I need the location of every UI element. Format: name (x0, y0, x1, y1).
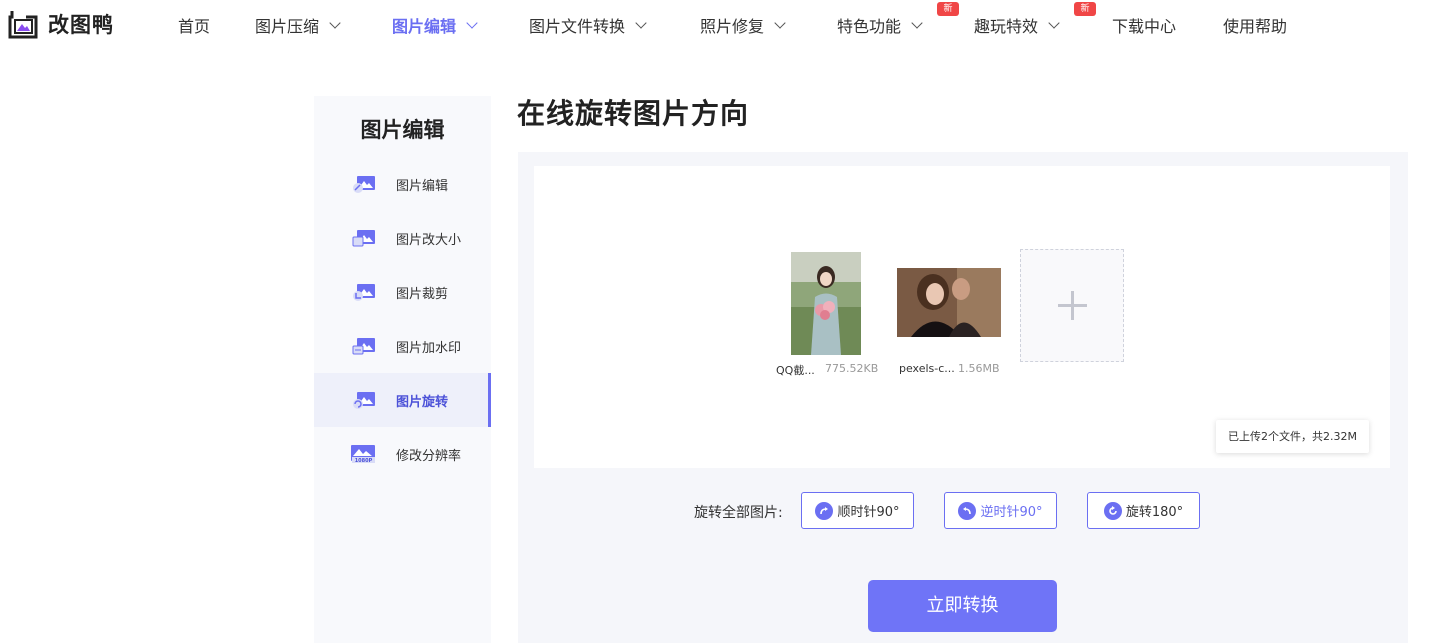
rotate-counterclockwise-button[interactable]: 逆时针90° (944, 492, 1057, 529)
image-edit-icon (353, 176, 375, 193)
file-thumbnail[interactable] (791, 252, 861, 355)
rotate-180-button[interactable]: 旋转180° (1087, 492, 1200, 529)
convert-now-button[interactable]: 立即转换 (868, 580, 1057, 632)
nav-label: 首页 (178, 17, 211, 36)
photo-couple (897, 268, 1001, 337)
sidebar-item-image-rotate[interactable]: 图片旋转 (314, 373, 491, 427)
rotate-all-label: 旋转全部图片: (694, 505, 783, 521)
nav-label: 照片修复 (700, 17, 765, 36)
rotate-180-icon (1103, 501, 1122, 520)
nav-image-convert[interactable]: 图片文件转换 (529, 13, 647, 37)
nav-label: 特色功能 (837, 17, 902, 36)
nav-image-compress[interactable]: 图片压缩 (255, 13, 341, 37)
sidebar-title: 图片编辑 (360, 118, 445, 142)
rotate-counterclockwise-icon (958, 501, 977, 520)
main-nav: 首页 图片压缩 图片编辑 图片文件转换 照片修复 特色功能 新 趣玩特效 新 下… (0, 0, 1440, 50)
add-file-button[interactable] (1020, 249, 1124, 362)
sidebar-item-image-resize[interactable]: 图片改大小 (314, 211, 491, 265)
file-thumbnail[interactable] (897, 268, 1001, 337)
nav-photo-repair[interactable]: 照片修复 (700, 13, 786, 37)
button-label: 旋转180° (1125, 505, 1184, 520)
nav-label: 趣玩特效 (974, 17, 1039, 36)
button-label: 逆时针90° (980, 505, 1043, 520)
nav-label: 图片压缩 (255, 17, 320, 36)
file-size: 1.56MB (958, 362, 1000, 375)
sidebar-item-image-watermark[interactable]: 图片加水印 (314, 319, 491, 373)
image-watermark-icon (352, 338, 375, 355)
sidebar-item-label: 图片编辑 (396, 178, 449, 194)
top-header: 改图鸭 首页 图片压缩 图片编辑 图片文件转换 照片修复 特色功能 新 趣玩特效… (0, 0, 1440, 50)
nav-label: 图片编辑 (392, 17, 457, 36)
nav-fun-effects[interactable]: 趣玩特效 (974, 13, 1060, 37)
nav-home[interactable]: 首页 (178, 13, 210, 37)
sidebar-item-image-edit[interactable]: 图片编辑 (314, 157, 491, 211)
new-badge: 新 (937, 2, 959, 16)
svg-text:1080P: 1080P (355, 458, 373, 464)
nav-special-features[interactable]: 特色功能 (837, 13, 923, 37)
file-name: QQ截... (776, 364, 815, 377)
nav-image-edit[interactable]: 图片编辑 (392, 13, 478, 37)
nav-label: 图片文件转换 (529, 17, 626, 36)
image-resolution-icon: 1080P (351, 445, 375, 464)
upload-summary: 已上传2个文件，共2.32M (1216, 420, 1369, 453)
image-crop-icon (353, 284, 375, 301)
new-badge: 新 (1074, 2, 1096, 16)
nav-help[interactable]: 使用帮助 (1223, 13, 1287, 37)
chevron-down-icon (911, 16, 923, 29)
nav-download-center[interactable]: 下载中心 (1112, 13, 1176, 37)
sidebar-item-label: 图片改大小 (396, 232, 462, 248)
sidebar-item-image-resolution[interactable]: 1080P 修改分辨率 (314, 427, 491, 481)
sidebar-item-label: 图片裁剪 (396, 286, 449, 302)
nav-label: 下载中心 (1112, 17, 1177, 36)
sidebar-item-label: 修改分辨率 (396, 448, 462, 464)
page-title: 在线旋转图片方向 (517, 97, 750, 130)
file-size: 775.52KB (825, 362, 879, 375)
file-name: pexels-c... (899, 362, 955, 375)
sidebar-item-label: 图片旋转 (396, 394, 449, 410)
chevron-down-icon (466, 16, 478, 29)
rotate-clockwise-button[interactable]: 顺时针90° (801, 492, 914, 529)
photo-woman-flowers (791, 252, 861, 355)
chevron-down-icon (1048, 16, 1060, 29)
sidebar-item-label: 图片加水印 (396, 340, 462, 356)
chevron-down-icon (774, 16, 786, 29)
plus-icon (1071, 291, 1074, 320)
button-label: 顺时针90° (837, 505, 900, 520)
chevron-down-icon (329, 16, 341, 29)
sidebar-item-image-crop[interactable]: 图片裁剪 (314, 265, 491, 319)
chevron-down-icon (635, 16, 647, 29)
nav-label: 使用帮助 (1223, 17, 1288, 36)
image-rotate-icon (353, 392, 375, 409)
sidebar: 图片编辑 图片编辑 图片改大小 图片裁剪 图片加水印 图片旋转 1080P 修改… (314, 96, 491, 643)
image-resize-icon (352, 230, 375, 247)
rotate-clockwise-icon (815, 501, 834, 520)
